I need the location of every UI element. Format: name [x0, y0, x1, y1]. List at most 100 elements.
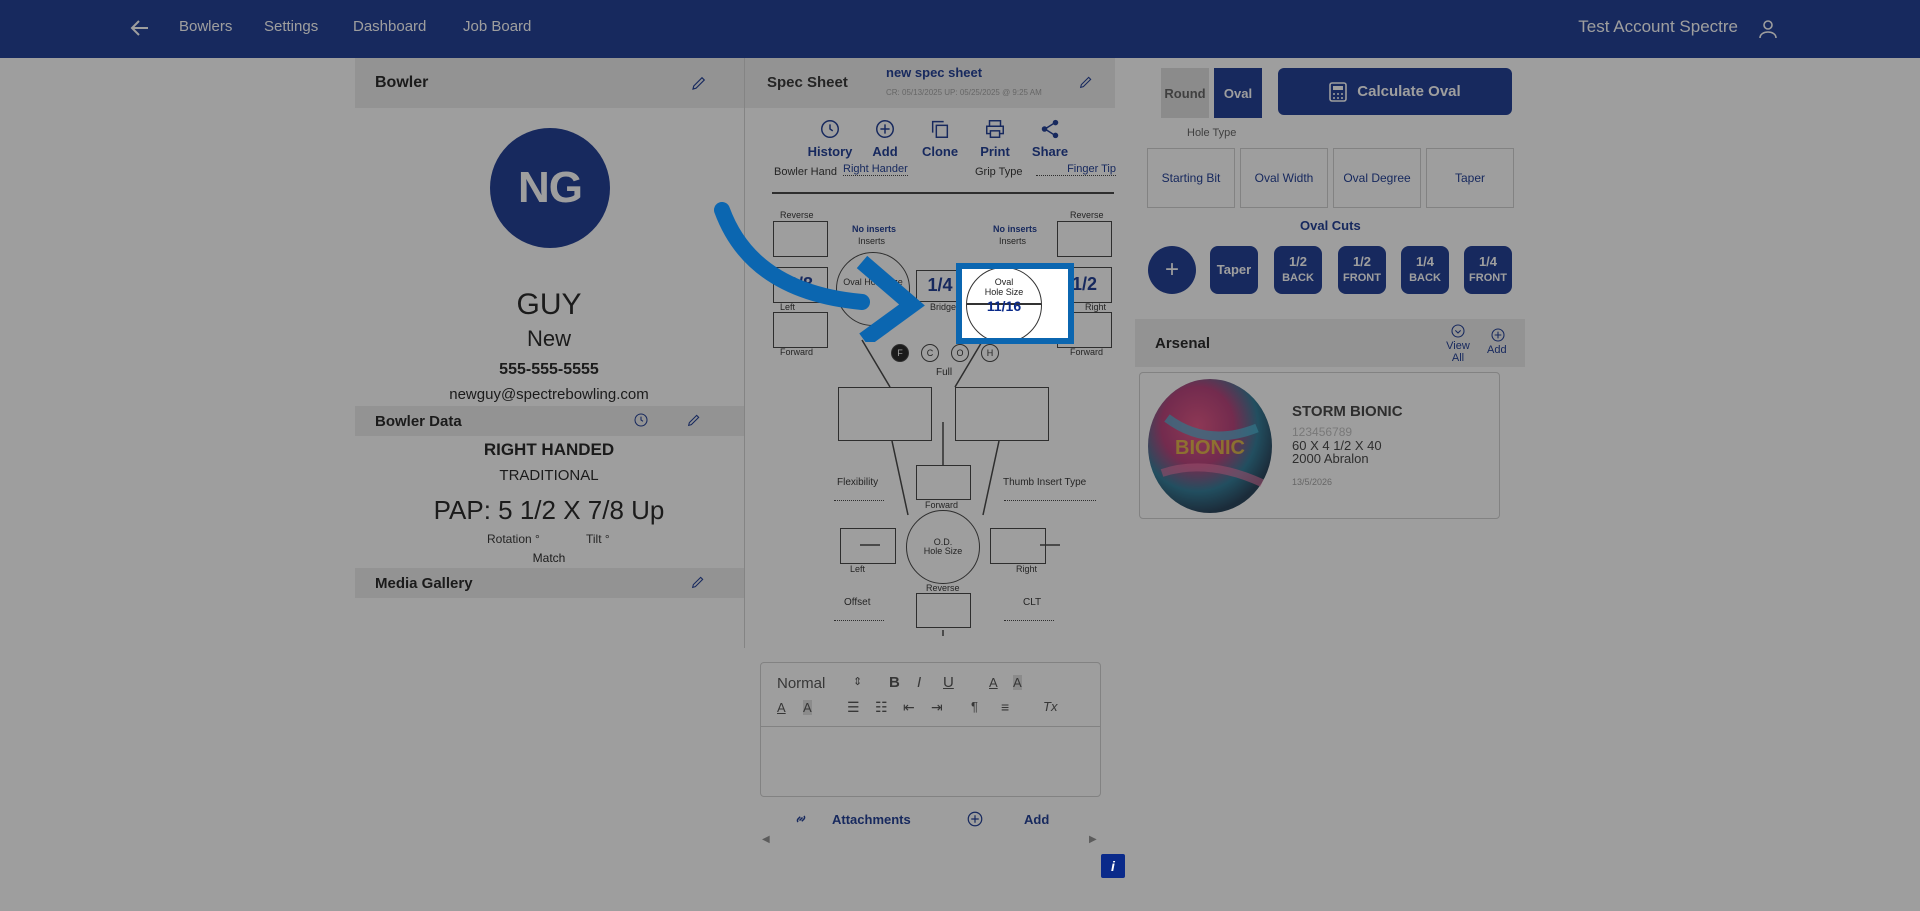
add-button[interactable]: Add	[855, 118, 915, 159]
right-reverse-box[interactable]	[1057, 221, 1112, 257]
bowler-grip: TRADITIONAL	[499, 467, 599, 484]
scroll-right-icon[interactable]: ▶	[1089, 834, 1097, 845]
cut-quarter-back-bottom: BACK	[1409, 272, 1441, 285]
tilt-label: Tilt °	[586, 532, 610, 546]
attachments-label[interactable]: Attachments	[832, 812, 911, 827]
outdent-icon[interactable]: ⇤	[903, 699, 915, 716]
add-label: Add	[872, 144, 898, 159]
add-cut-button[interactable]: +	[1148, 246, 1196, 294]
history-icon[interactable]	[633, 412, 649, 428]
rotation-label: Rotation °	[487, 532, 540, 546]
ball-surface: 2000 Abralon	[1292, 451, 1369, 466]
cut-quarter-front-button[interactable]: 1/4 FRONT	[1464, 246, 1512, 294]
nav-settings[interactable]: Settings	[264, 18, 318, 35]
bullet-list-icon[interactable]: ☷	[875, 699, 888, 716]
view-all-label[interactable]: View All	[1440, 340, 1476, 364]
ball-serial: 123456789	[1292, 425, 1353, 439]
calculator-icon	[1329, 81, 1348, 102]
right-forward-label: Forward	[1070, 347, 1104, 357]
nav-job-board[interactable]: Job Board	[463, 18, 531, 35]
edit-spec-icon[interactable]	[1078, 74, 1094, 90]
left-forward-label: Forward	[780, 347, 814, 357]
attachment-link-icon[interactable]	[792, 810, 810, 828]
bowler-email: newguy@spectrebowling.com	[449, 386, 649, 403]
back-arrow-icon[interactable]	[128, 16, 152, 40]
nav-dashboard[interactable]: Dashboard	[353, 18, 426, 35]
user-icon[interactable]	[1756, 17, 1780, 41]
oval-width-field[interactable]: Oval Width	[1240, 148, 1328, 208]
clear-format-icon[interactable]: Tx	[1043, 699, 1057, 714]
cut-quarter-front-top: 1/4	[1478, 254, 1498, 270]
highlight-color-icon-2[interactable]: A	[803, 700, 812, 715]
cut-quarter-back-top: 1/4	[1415, 254, 1435, 270]
edit-bowler-data-icon[interactable]	[686, 412, 702, 428]
starting-bit-field[interactable]: Starting Bit	[1147, 148, 1235, 208]
right-inserts-label: Inserts	[999, 236, 1027, 246]
share-icon	[1041, 119, 1059, 139]
share-button[interactable]: Share	[1020, 118, 1080, 159]
bold-button[interactable]: B	[889, 674, 900, 691]
edit-bowler-icon[interactable]	[690, 74, 708, 92]
add-ball-icon[interactable]	[1490, 327, 1506, 343]
cut-half-front-button[interactable]: 1/2 FRONT	[1338, 246, 1386, 294]
view-all-icon[interactable]	[1450, 323, 1466, 339]
bridge-label: Bridge	[930, 302, 957, 312]
oval-degree-field[interactable]: Oval Degree	[1333, 148, 1421, 208]
oval-option[interactable]: Oval	[1214, 68, 1262, 118]
scroll-left-icon[interactable]: ◀	[762, 834, 770, 845]
bowler-first-name: GUY	[516, 288, 582, 321]
print-button[interactable]: Print	[965, 118, 1025, 159]
text-color-icon-2[interactable]: A	[777, 700, 786, 715]
notes-editor: Normal ⇕ B I U A A A A ☰ ☷ ⇤ ⇥ ¶ ≡ Tx	[760, 662, 1101, 797]
nav-bowlers[interactable]: Bowlers	[179, 18, 232, 35]
spec-divider	[772, 192, 1114, 194]
spec-diagram-lines	[860, 339, 1060, 636]
cut-taper-button[interactable]: Taper	[1210, 246, 1258, 294]
spec-sheet-header: Spec Sheet new spec sheet CR: 05/13/2025…	[745, 58, 1115, 108]
spec-sheet-title: Spec Sheet	[767, 74, 848, 91]
share-label: Share	[1031, 144, 1069, 159]
cut-quarter-back-button[interactable]: 1/4 BACK	[1401, 246, 1449, 294]
spec-sheet-name[interactable]: new spec sheet	[886, 65, 982, 80]
italic-button[interactable]: I	[917, 674, 921, 691]
add-attachment-icon[interactable]	[966, 810, 984, 828]
align-icon[interactable]: ≡	[1001, 699, 1009, 715]
history-label: History	[807, 144, 853, 159]
grip-type-value[interactable]: Finger Tip	[1036, 163, 1116, 176]
add-attachment-label[interactable]: Add	[1024, 812, 1049, 827]
history-button[interactable]: History	[800, 118, 860, 159]
cut-half-front-bottom: FRONT	[1343, 272, 1381, 285]
bowler-header-title: Bowler	[375, 74, 429, 91]
cut-half-back-bottom: BACK	[1282, 272, 1314, 285]
cut-half-front-top: 1/2	[1352, 254, 1372, 270]
ball-card[interactable]: BIONIC STORM BIONIC 123456789 60 X 4 1/2…	[1139, 372, 1500, 519]
cut-taper-label: Taper	[1216, 261, 1252, 277]
rtl-icon[interactable]: ¶	[971, 699, 978, 714]
svg-text:BIONIC: BIONIC	[1175, 437, 1245, 459]
avatar: NG	[490, 128, 610, 248]
calculate-oval-button[interactable]: Calculate Oval	[1278, 68, 1512, 115]
clone-button[interactable]: Clone	[910, 118, 970, 159]
oval-cuts-title: Oval Cuts	[1300, 218, 1361, 233]
ordered-list-icon[interactable]: ☰	[847, 699, 860, 716]
ball-date: 13/5/2026	[1292, 477, 1333, 487]
bowler-phone: 555-555-5555	[499, 361, 599, 378]
account-name[interactable]: Test Account Spectre	[1578, 17, 1738, 37]
bowler-hand-value[interactable]: Right Hander	[843, 163, 908, 176]
underline-button[interactable]: U	[943, 674, 954, 691]
add-ball-label[interactable]: Add	[1487, 344, 1507, 356]
taper-field[interactable]: Taper	[1426, 148, 1514, 208]
history-tool-icon	[821, 120, 839, 138]
indent-icon[interactable]: ⇥	[931, 699, 943, 716]
highlight-frame	[956, 263, 1074, 344]
round-option[interactable]: Round	[1161, 68, 1209, 118]
spec-sheet-dates: CR: 05/13/2025 UP: 05/25/2025 @ 9:25 AM	[886, 88, 1042, 97]
right-no-inserts: No inserts	[993, 224, 1038, 234]
text-color-icon[interactable]: A	[989, 675, 998, 690]
grip-type-label: Grip Type	[975, 166, 1023, 178]
info-button[interactable]: i	[1101, 854, 1125, 878]
edit-media-icon[interactable]	[690, 574, 706, 590]
format-select[interactable]: Normal	[777, 675, 825, 692]
cut-half-back-button[interactable]: 1/2 BACK	[1274, 246, 1322, 294]
highlight-color-icon[interactable]: A	[1013, 675, 1022, 690]
